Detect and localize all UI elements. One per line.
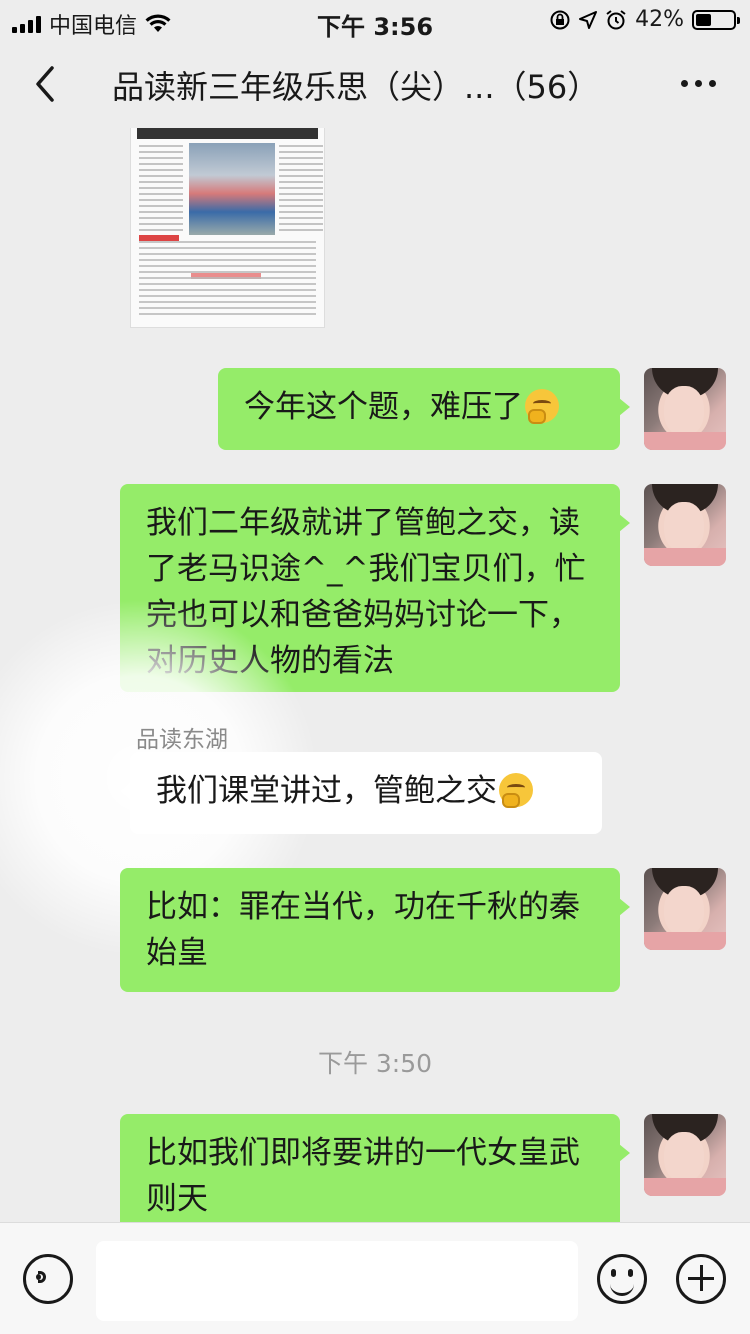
emoji-icon[interactable] [597,1254,647,1304]
message-text: 比如我们即将要讲的一代女皇武则天 [146,1135,580,1217]
back-icon[interactable] [30,62,60,106]
message-input[interactable] [96,1241,578,1321]
battery-icon [692,9,740,30]
voice-icon[interactable] [23,1254,73,1304]
message-bubble[interactable]: 比如我们即将要讲的一代女皇武则天 [120,1114,630,1222]
thinking-emoji-icon [525,389,559,424]
message-bubble[interactable]: 我们课堂讲过，管鲍之交 [120,752,602,834]
sender-name: 品读东湖 [136,727,228,753]
chat-title: 品读新三年级乐思（尖）...（56） [112,68,600,106]
location-icon [579,10,598,29]
thinking-emoji-icon [499,773,533,808]
input-bar [0,1222,750,1334]
avatar[interactable] [644,484,726,566]
message-bubble[interactable]: 比如：罪在当代，功在千秋的秦始皇 [120,868,630,992]
time-divider: 下午 3:50 [317,1049,433,1078]
chat-area[interactable]: 今年这个题，难压了 我们二年级就讲了管鲍之交，读了老马识途^_^我们宝贝们，忙完… [0,128,750,1222]
more-options-icon[interactable] [681,80,716,87]
avatar[interactable] [644,868,726,950]
orientation-lock-icon [550,10,570,29]
message-text: 我们课堂讲过，管鲍之交 [156,773,497,809]
message-bubble[interactable]: 今年这个题，难压了 [218,368,630,450]
avatar[interactable] [644,368,726,450]
message-text: 比如：罪在当代，功在千秋的秦始皇 [146,889,580,971]
message-text: 今年这个题，难压了 [244,389,523,425]
alarm-icon [606,9,626,29]
newspaper-image[interactable] [130,128,325,328]
status-bar: 中国电信 下午 3:56 42% [0,0,750,41]
plus-icon[interactable] [676,1254,726,1304]
battery-percent: 42% [635,7,684,32]
nav-bar: 品读新三年级乐思（尖）...（56） [0,40,750,130]
avatar[interactable] [644,1114,726,1196]
